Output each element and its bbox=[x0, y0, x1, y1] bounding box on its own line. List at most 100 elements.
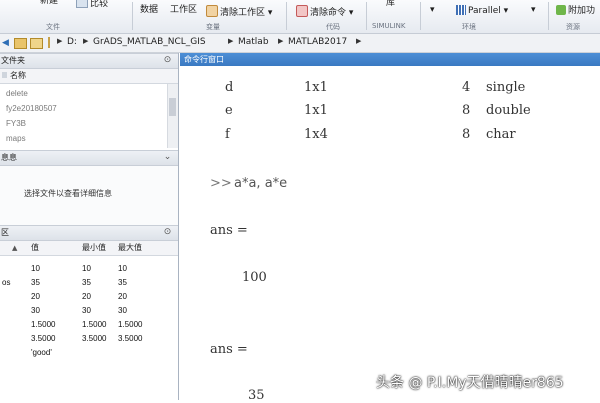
whos-name: e bbox=[225, 103, 233, 118]
breadcrumb-matlab2017[interactable]: MATLAB2017 bbox=[288, 37, 347, 47]
clear-workspace-icon bbox=[206, 5, 218, 17]
var-value: 35 bbox=[31, 278, 40, 287]
var-max: 3.5000 bbox=[118, 334, 143, 343]
group-label-simulink: SIMULINK bbox=[372, 22, 406, 30]
panel-actions-icon[interactable]: ⊙ bbox=[162, 55, 173, 66]
parallel-icon bbox=[456, 5, 466, 15]
whos-size: 1x1 bbox=[304, 80, 328, 95]
clear-commands-button[interactable]: 清除命令 ▾ bbox=[296, 5, 353, 19]
var-min: 3.5000 bbox=[82, 334, 107, 343]
whos-name: f bbox=[225, 127, 230, 142]
browse-folder-icon[interactable] bbox=[30, 38, 43, 49]
file-item[interactable]: delete bbox=[6, 89, 28, 98]
separator bbox=[548, 2, 549, 30]
var-min: 20 bbox=[82, 292, 91, 301]
address-bar: ◀ ▶ D: ▶ GrADS_MATLAB_NCL_GIS ▶ Matlab ▶… bbox=[0, 34, 600, 53]
var-value: 10 bbox=[31, 264, 40, 273]
separator bbox=[420, 2, 421, 30]
path-separator-icon: ▶ bbox=[83, 37, 89, 45]
file-list-scrollbar[interactable] bbox=[167, 84, 178, 148]
column-min-label[interactable]: 最小值 bbox=[82, 241, 106, 255]
column-value-label[interactable]: 值 bbox=[31, 241, 39, 255]
dropdown-button[interactable]: ▾ bbox=[430, 5, 435, 16]
group-label-resources: 资源 bbox=[566, 23, 580, 31]
var-min: 35 bbox=[82, 278, 91, 287]
command-window-titlebar: 命令行窗口 bbox=[180, 53, 600, 66]
folder-up-icon[interactable] bbox=[14, 38, 27, 49]
file-item[interactable]: fy2e20180507 bbox=[6, 104, 57, 113]
left-panel: 文件夹 ⊙ 名称 delete fy2e20180507 FY3B maps 息… bbox=[0, 53, 179, 400]
whos-size: 1x1 bbox=[304, 103, 328, 118]
path-separator-icon: ▶ bbox=[228, 37, 234, 45]
group-label-code: 代码 bbox=[326, 23, 340, 31]
sort-toggle-icon[interactable] bbox=[2, 72, 7, 78]
file-item[interactable]: maps bbox=[6, 134, 26, 143]
details-title: 息息 bbox=[1, 153, 17, 162]
breadcrumb-drive[interactable]: D: bbox=[67, 37, 77, 47]
chevron-down-icon[interactable]: ⌄ bbox=[162, 152, 173, 163]
group-label-environment: 环境 bbox=[462, 23, 476, 31]
compare-button[interactable]: 比较 bbox=[76, 0, 108, 10]
var-max: 1.5000 bbox=[118, 320, 143, 329]
whos-bytes: 8 bbox=[462, 127, 471, 142]
output-label: ans = bbox=[210, 342, 248, 357]
var-name: os bbox=[2, 278, 11, 287]
addons-button[interactable]: 附加功 bbox=[556, 5, 595, 17]
current-folder-header: 文件夹 ⊙ bbox=[0, 53, 178, 69]
output-value: 100 bbox=[242, 270, 267, 285]
back-arrow-icon[interactable]: ◀ bbox=[2, 38, 9, 48]
var-max: 10 bbox=[118, 264, 127, 273]
toolstrip: 新建 比较 数据 工作区 清除工作区 ▾ 清除命令 ▾ 库 ▾ Parallel… bbox=[0, 0, 600, 34]
var-min: 30 bbox=[82, 306, 91, 315]
separator bbox=[366, 2, 367, 30]
var-min: 1.5000 bbox=[82, 320, 107, 329]
panel-actions-icon[interactable]: ⊙ bbox=[162, 227, 173, 238]
breadcrumb-folder[interactable]: GrADS_MATLAB_NCL_GIS bbox=[93, 37, 206, 47]
addons-icon bbox=[556, 5, 566, 15]
scrollbar-thumb[interactable] bbox=[169, 98, 176, 116]
var-value: 'good' bbox=[31, 348, 52, 357]
whos-class: char bbox=[486, 127, 516, 142]
var-value: 3.5000 bbox=[31, 334, 56, 343]
library-button[interactable]: 库 bbox=[386, 0, 395, 9]
details-pane: 选择文件以查看详细信息 bbox=[0, 166, 178, 226]
save-workspace-button[interactable]: 工作区 bbox=[170, 5, 197, 16]
file-item[interactable]: FY3B bbox=[6, 119, 26, 128]
drive-icon bbox=[48, 37, 50, 48]
current-folder-title: 文件夹 bbox=[1, 56, 25, 65]
details-header: 息息 ⌄ bbox=[0, 150, 178, 166]
output-value: 35 bbox=[248, 388, 265, 403]
whos-class: single bbox=[486, 80, 526, 95]
whos-bytes: 8 bbox=[462, 103, 471, 118]
var-max: 35 bbox=[118, 278, 127, 287]
sort-arrow-icon[interactable]: ▲ bbox=[12, 241, 17, 255]
var-max: 20 bbox=[118, 292, 127, 301]
var-value: 20 bbox=[31, 292, 40, 301]
output-label: ans = bbox=[210, 223, 248, 238]
column-max-label[interactable]: 最大值 bbox=[118, 241, 142, 255]
import-data-button[interactable]: 数据 bbox=[140, 5, 158, 16]
path-separator-icon: ▶ bbox=[57, 37, 63, 45]
clear-workspace-button[interactable]: 清除工作区 ▾ bbox=[206, 5, 272, 19]
help-dropdown[interactable]: ▾ bbox=[531, 5, 536, 16]
whos-class: double bbox=[486, 103, 531, 118]
path-separator-icon: ▶ bbox=[278, 37, 284, 45]
command-window[interactable]: d 1x1 4 single e 1x1 8 double f 1x4 8 ch… bbox=[180, 66, 600, 403]
workspace-title: 区 bbox=[1, 228, 9, 237]
new-button[interactable]: 新建 bbox=[40, 0, 58, 7]
separator bbox=[132, 2, 133, 30]
clear-commands-icon bbox=[296, 5, 308, 17]
watermark: 头条 @ P.I.My天借晴晴er865 bbox=[376, 375, 564, 391]
command-text[interactable]: a*a, a*e bbox=[234, 176, 287, 191]
group-label-variable: 变量 bbox=[206, 23, 220, 31]
breadcrumb-matlab[interactable]: Matlab bbox=[238, 37, 269, 47]
command-window-title: 命令行窗口 bbox=[184, 55, 224, 64]
whos-name: d bbox=[225, 80, 234, 95]
command-prompt: >> bbox=[210, 176, 232, 191]
details-message: 选择文件以查看详细信息 bbox=[24, 189, 112, 198]
file-column-header[interactable]: 名称 bbox=[0, 69, 178, 84]
separator bbox=[286, 2, 287, 30]
parallel-button[interactable]: Parallel ▾ bbox=[456, 5, 508, 17]
whos-bytes: 4 bbox=[462, 80, 471, 95]
column-name-label: 名称 bbox=[10, 71, 26, 80]
